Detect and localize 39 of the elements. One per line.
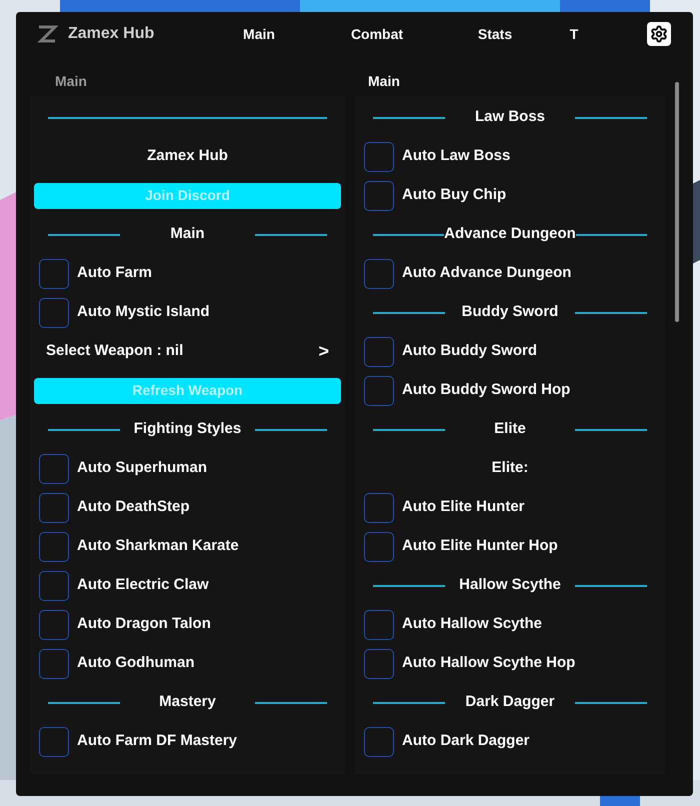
toggle-label: Auto Sharkman Karate <box>77 536 239 556</box>
toggle-label: Auto Elite Hunter <box>402 497 524 518</box>
section-title: Dark Dagger <box>465 692 555 712</box>
toggle-label: Auto Superhuman <box>77 458 207 478</box>
toggle-label: Auto Buy Chip <box>402 185 506 206</box>
toggle-label: Auto Buddy Sword <box>402 341 537 362</box>
tab[interactable]: Combat <box>318 24 436 44</box>
section-title: Elite <box>494 419 526 440</box>
window-title: Zamex Hub <box>68 24 154 44</box>
toggle-label: Auto Buddy Sword Hop <box>402 380 570 400</box>
toggle-label: Auto Elite Hunter Hop <box>402 536 558 556</box>
section-title: Law Boss <box>474 107 546 128</box>
tab[interactable]: T <box>554 24 594 44</box>
tab[interactable]: Stats <box>436 24 554 44</box>
toggle-label: Auto DeathStep <box>77 497 190 518</box>
column-title: Main <box>55 72 87 91</box>
toggle-label: Auto Advance Dungeon <box>402 263 572 284</box>
toggle-label: Auto Farm DF Mastery <box>77 731 238 752</box>
toggle-label: Auto Law Boss <box>402 146 510 166</box>
section-title: Advance Dungeon <box>444 224 576 244</box>
toggle-label: Auto Hallow Scythe Hop <box>402 653 576 674</box>
section-title: Buddy Sword <box>462 302 558 322</box>
toggle-label: Auto Dark Dagger <box>402 731 530 752</box>
label-text: Zamex Hub <box>147 146 228 166</box>
toggle-label: Auto Mystic Island <box>77 302 210 322</box>
toggle-label: Auto Dragon Talon <box>77 614 211 634</box>
tab[interactable]: Main <box>200 24 318 44</box>
section-title: Fighting Styles <box>134 419 242 440</box>
section-title: Main <box>170 224 205 244</box>
chevron-icon: > <box>318 338 329 365</box>
weapon-dropdown[interactable]: Select Weapon : nil > <box>30 334 345 368</box>
toggle-label: Auto Electric Claw <box>77 575 209 596</box>
toggle-label: Auto Godhuman <box>77 653 194 674</box>
toggle-label: Auto Hallow Scythe <box>402 614 542 634</box>
column-title: Main <box>368 72 400 91</box>
label-text: Elite: <box>492 458 528 478</box>
toggle-label: Auto Farm <box>77 263 152 284</box>
section-title: Mastery <box>159 692 216 712</box>
section-title: Hallow Scythe <box>459 575 561 596</box>
